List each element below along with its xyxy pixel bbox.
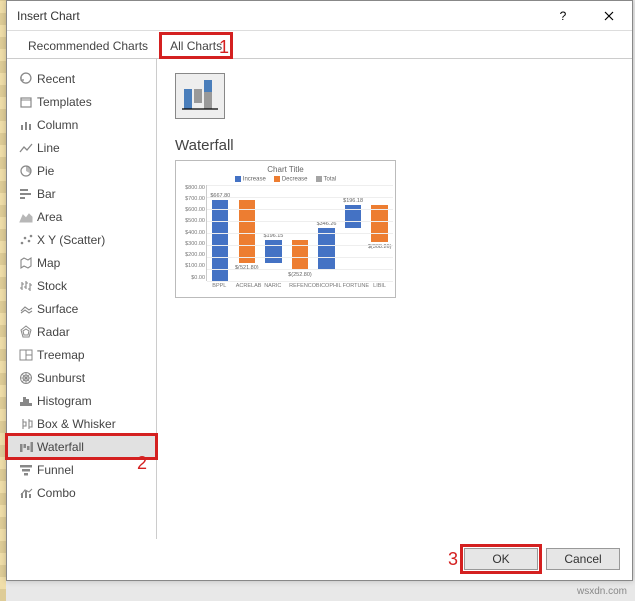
pie-icon: [15, 164, 37, 178]
sidebar-item-waterfall[interactable]: Waterfall: [7, 435, 156, 458]
sidebar-item-scatter[interactable]: X Y (Scatter): [7, 228, 156, 251]
recent-icon: [15, 72, 37, 86]
sunburst-icon: [15, 371, 37, 385]
sidebar-item-label: Line: [37, 141, 60, 155]
sidebar-item-templates[interactable]: Templates: [7, 90, 156, 113]
sidebar-item-label: Box & Whisker: [37, 417, 116, 431]
chart-preview-panel: Waterfall Chart Title Increase Decrease …: [157, 59, 632, 539]
sidebar-item-label: Stock: [37, 279, 67, 293]
sidebar-item-sunburst[interactable]: Sunburst: [7, 366, 156, 389]
treemap-icon: [15, 348, 37, 362]
insert-chart-dialog: Insert Chart ? Recommended Charts All Ch…: [6, 0, 633, 581]
sidebar-item-label: Radar: [37, 325, 70, 339]
sidebar-item-label: Bar: [37, 187, 56, 201]
sidebar-item-bar[interactable]: Bar: [7, 182, 156, 205]
combo-icon: [15, 486, 37, 500]
line-icon: [15, 141, 37, 155]
map-icon: [15, 256, 37, 270]
sidebar-item-histogram[interactable]: Histogram: [7, 389, 156, 412]
bar-icon: [15, 187, 37, 201]
annotation-1: 1: [219, 37, 229, 58]
help-button[interactable]: ?: [540, 1, 586, 31]
funnel-icon: [15, 463, 37, 477]
watermark: wsxdn.com: [577, 586, 627, 597]
sidebar-item-label: Area: [37, 210, 62, 224]
sidebar-item-label: Combo: [37, 486, 76, 500]
sidebar-item-label: Surface: [37, 302, 78, 316]
sidebar-item-column[interactable]: Column: [7, 113, 156, 136]
radar-icon: [15, 325, 37, 339]
sidebar-item-combo[interactable]: Combo: [7, 481, 156, 504]
templates-icon: [15, 95, 37, 109]
cancel-button[interactable]: Cancel: [546, 548, 620, 570]
sidebar-item-area[interactable]: Area: [7, 205, 156, 228]
sidebar-item-label: Treemap: [37, 348, 85, 362]
chart-preview[interactable]: Chart Title Increase Decrease Total $800…: [175, 160, 396, 298]
close-icon: [604, 11, 614, 21]
chart-title: Chart Title: [178, 165, 393, 174]
chart-legend: Increase Decrease Total: [178, 176, 393, 183]
sidebar-item-map[interactable]: Map: [7, 251, 156, 274]
sidebar-item-funnel[interactable]: Funnel: [7, 458, 156, 481]
sidebar-item-recent[interactable]: Recent: [7, 67, 156, 90]
plot-area: $667.80$(521.80)$196.15$(252.80)$346.26$…: [206, 185, 393, 281]
sidebar-item-pie[interactable]: Pie: [7, 159, 156, 182]
tabs-bar: Recommended Charts All Charts: [7, 31, 632, 59]
sidebar-item-treemap[interactable]: Treemap: [7, 343, 156, 366]
close-button[interactable]: [586, 1, 632, 31]
chart-type-sidebar: Recent Templates Column Line Pie Bar Are…: [7, 59, 157, 539]
legend-total: Total: [316, 176, 337, 183]
legend-increase: Increase: [235, 176, 266, 183]
ok-button[interactable]: OK: [464, 548, 538, 570]
annotation-3: 3: [448, 549, 458, 570]
y-axis: $800.00$700.00$600.00$500.00$400.00$300.…: [178, 185, 206, 281]
dialog-title: Insert Chart: [17, 9, 540, 23]
sidebar-item-label: Histogram: [37, 394, 92, 408]
stock-icon: [15, 279, 37, 293]
chart-subtype-button[interactable]: [175, 73, 225, 119]
titlebar: Insert Chart ?: [7, 1, 632, 31]
tab-recommended-charts[interactable]: Recommended Charts: [17, 32, 159, 59]
sidebar-item-surface[interactable]: Surface: [7, 297, 156, 320]
surface-icon: [15, 302, 37, 316]
legend-decrease: Decrease: [274, 176, 308, 183]
scatter-icon: [15, 233, 37, 247]
box-whisker-icon: [15, 417, 37, 431]
area-icon: [15, 210, 37, 224]
sidebar-item-stock[interactable]: Stock: [7, 274, 156, 297]
sidebar-item-label: Column: [37, 118, 78, 132]
sidebar-item-box-whisker[interactable]: Box & Whisker: [7, 412, 156, 435]
sidebar-item-line[interactable]: Line: [7, 136, 156, 159]
column-icon: [15, 118, 37, 132]
sidebar-item-label: Waterfall: [37, 440, 84, 454]
sidebar-item-label: X Y (Scatter): [37, 233, 105, 247]
annotation-2: 2: [137, 453, 147, 474]
waterfall-icon: [15, 440, 37, 454]
waterfall-subtype-icon: [182, 80, 218, 112]
sidebar-item-radar[interactable]: Radar: [7, 320, 156, 343]
sidebar-item-label: Pie: [37, 164, 54, 178]
chart-type-name: Waterfall: [175, 137, 614, 154]
sidebar-item-label: Recent: [37, 72, 75, 86]
sidebar-item-label: Sunburst: [37, 371, 85, 385]
x-axis: BPPLACRELABNARICREFENCOBICOPHILFORTUNELI…: [206, 283, 393, 289]
dialog-body: Recent Templates Column Line Pie Bar Are…: [7, 59, 632, 539]
dialog-footer: 3 OK Cancel: [448, 548, 620, 570]
sidebar-item-label: Templates: [37, 95, 92, 109]
sidebar-item-label: Funnel: [37, 463, 74, 477]
histogram-icon: [15, 394, 37, 408]
sidebar-item-label: Map: [37, 256, 60, 270]
